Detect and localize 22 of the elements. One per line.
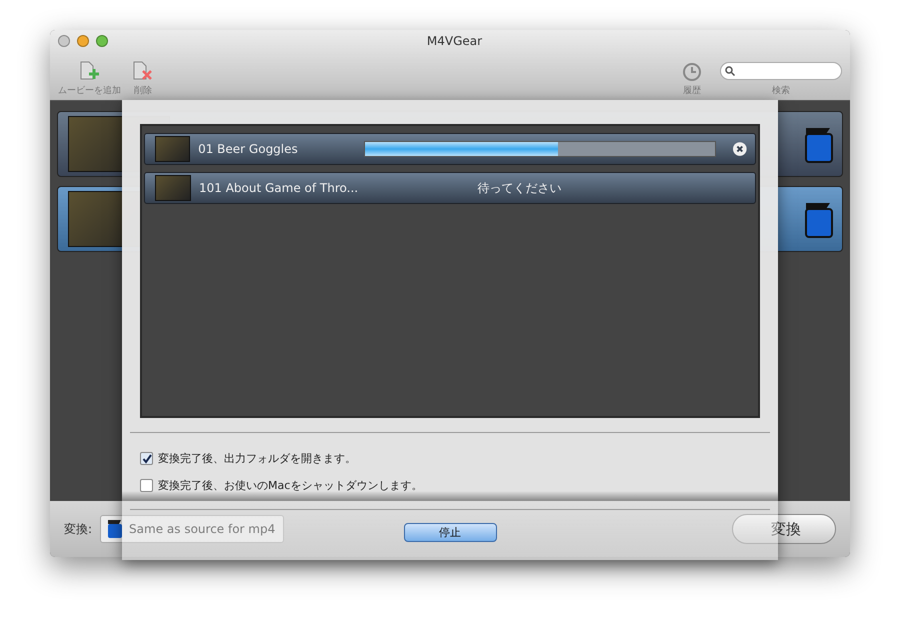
format-label: 変換:: [64, 520, 92, 538]
clock-icon: [682, 62, 702, 82]
minimize-button[interactable]: [77, 35, 89, 47]
option-label: 変換完了後、出力フォルダを開きます。: [158, 451, 356, 466]
cancel-icon[interactable]: [733, 142, 747, 156]
task-row[interactable]: 01 Beer Goggles: [144, 133, 756, 165]
zoom-button[interactable]: [96, 35, 108, 47]
video-file-icon: [107, 519, 124, 539]
checkbox[interactable]: [140, 452, 153, 465]
close-button[interactable]: [58, 35, 70, 47]
checkbox[interactable]: [140, 479, 153, 492]
option-label: 変換完了後、お使いのMacをシャットダウンします。: [158, 478, 422, 493]
window-title: M4VGear: [426, 34, 484, 48]
search-field[interactable]: [720, 62, 842, 80]
task-status: 待ってください: [476, 180, 562, 196]
document-x-icon: [131, 60, 155, 82]
stop-button[interactable]: 停止: [404, 523, 496, 542]
search-icon: [725, 66, 735, 76]
task-title: 01 Beer Goggles: [198, 142, 299, 156]
task-row[interactable]: 101 About Game of Thro... 待ってください: [144, 172, 756, 204]
document-plus-icon: [78, 60, 102, 82]
search-label: 検索: [772, 84, 790, 97]
